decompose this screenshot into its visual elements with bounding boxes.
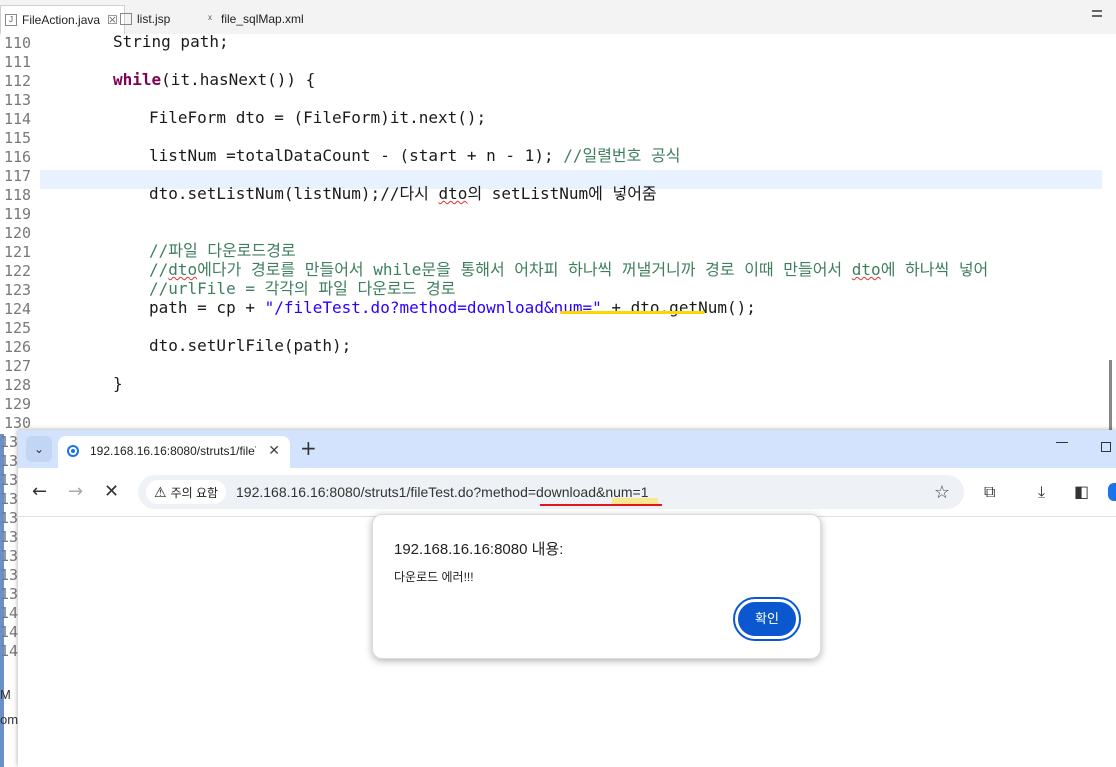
close-tab-icon[interactable]: ✕ <box>268 443 280 459</box>
bookmark-star-icon[interactable]: ☆ <box>934 482 950 503</box>
code-line-121: //파일 다운로드경로 <box>149 241 296 260</box>
keyword: while <box>113 70 162 89</box>
code-editor[interactable] <box>0 34 1116 434</box>
code-line-114: FileForm dto = (FileForm)it.next(); <box>149 108 487 127</box>
line-number: 125 <box>4 319 32 337</box>
ok-button[interactable]: 확인 <box>733 597 801 641</box>
jsp-file-icon <box>120 13 132 25</box>
line-number: 123 <box>4 281 32 299</box>
code-line-123: //urlFile = 각각의 파일 다운로드 경로 <box>149 279 456 298</box>
line-number: 128 <box>4 376 32 394</box>
browser-toolbar: ← → ✕ ⚠ 주의 요함 192.168.16.16:8080/struts1… <box>18 468 1116 517</box>
line-number: 129 <box>4 395 32 413</box>
tab-file-sqlmap-xml[interactable]: x file_sqlMap.xml <box>200 6 304 32</box>
code-line-124: path = cp + "/fileTest.do?method=downloa… <box>149 298 756 317</box>
line-number: 112 <box>4 72 32 90</box>
java-file-icon: J <box>5 14 17 26</box>
code-line-128: } <box>113 374 123 393</box>
line-number: 111 <box>4 53 32 71</box>
window-maximize-icon[interactable] <box>1101 442 1111 452</box>
forward-arrow-icon[interactable]: → <box>68 482 83 502</box>
line-number: 117 <box>4 167 32 185</box>
tab-list-jsp[interactable]: list.jsp <box>116 6 170 32</box>
browser-tab-active[interactable]: 192.168.16.16:8080/struts1/fileTest.do?m… <box>58 436 290 468</box>
alert-dialog: 192.168.16.16:8080 내용: 다운로드 에러!!! 확인 <box>372 514 821 659</box>
new-tab-button[interactable]: + <box>300 436 317 460</box>
code-line-116: listNum =totalDataCount - (start + n - 1… <box>149 146 681 165</box>
url-underline-annotation <box>540 504 662 506</box>
window-minimize-icon[interactable] <box>1056 442 1068 443</box>
line-number: 119 <box>4 205 32 223</box>
line-number: 121 <box>4 243 32 261</box>
browser-tab-title: 192.168.16.16:8080/struts1/fileTest.do?m… <box>90 444 256 458</box>
editor-scrollbar[interactable] <box>1109 360 1112 430</box>
warning-icon: ⚠ <box>154 483 167 500</box>
tab-fileaction-java[interactable]: J FileAction.java ☒ <box>0 5 125 34</box>
line-number: 120 <box>4 224 32 242</box>
highlight-underline <box>560 311 705 314</box>
line-number: 110 <box>4 34 32 52</box>
line-number: 113 <box>4 91 32 109</box>
line-number: 114 <box>4 110 32 128</box>
security-warning-chip[interactable]: ⚠ 주의 요함 <box>146 480 227 504</box>
line-number: 118 <box>4 186 32 204</box>
tab-label: list.jsp <box>137 12 171 26</box>
minimize-icon[interactable] <box>1092 10 1102 12</box>
code-line-112: while(it.hasNext()) { <box>113 70 316 89</box>
url-text[interactable]: 192.168.16.16:8080/struts1/fileTest.do?m… <box>236 484 649 500</box>
loading-favicon-icon <box>67 445 79 457</box>
code-line-118: dto.setListNum(listNum);//다시 dto의 setLis… <box>149 184 657 203</box>
dialog-title: 192.168.16.16:8080 내용: <box>394 541 564 558</box>
line-number: 116 <box>4 148 32 166</box>
string-literal: "/fileTest.do?method=download&num=" <box>264 298 602 317</box>
code-line-122: //dto에다가 경로를 만들어서 while문을 통해서 어차피 하나씩 꺼낼… <box>149 260 989 279</box>
browser-tab-strip: ⌄ 192.168.16.16:8080/struts1/fileTest.do… <box>18 430 1116 468</box>
tab-label: FileAction.java <box>22 13 101 27</box>
comment: //일렬번호 공식 <box>563 146 681 165</box>
line-number: 122 <box>4 262 32 280</box>
profile-avatar[interactable] <box>1108 483 1116 501</box>
extensions-puzzle-icon[interactable]: ⧉ <box>984 482 995 502</box>
maximize-icon[interactable] <box>1092 15 1102 17</box>
dialog-message: 다운로드 에러!!! <box>394 570 474 584</box>
editor-tab-bar: J FileAction.java ☒ list.jsp x file_sqlM… <box>0 0 1116 35</box>
address-bar[interactable]: ⚠ 주의 요함 192.168.16.16:8080/struts1/fileT… <box>138 475 964 509</box>
tab-label: file_sqlMap.xml <box>221 12 304 26</box>
side-panel-icon[interactable]: ◧ <box>1074 482 1089 501</box>
tab-search-chevron-icon[interactable]: ⌄ <box>26 436 52 462</box>
line-number: 115 <box>4 129 32 147</box>
xml-file-icon: x <box>208 13 212 22</box>
side-panel-label: M <box>0 687 11 702</box>
line-number: 124 <box>4 300 32 318</box>
line-number: 126 <box>4 338 32 356</box>
back-arrow-icon[interactable]: ← <box>32 482 47 502</box>
download-icon[interactable]: ⤓ <box>1038 482 1045 502</box>
code-line-126: dto.setUrlFile(path); <box>149 336 352 355</box>
code-line-110: String path; <box>113 32 229 51</box>
line-number: 127 <box>4 357 32 375</box>
stop-loading-icon[interactable]: ✕ <box>104 482 119 502</box>
